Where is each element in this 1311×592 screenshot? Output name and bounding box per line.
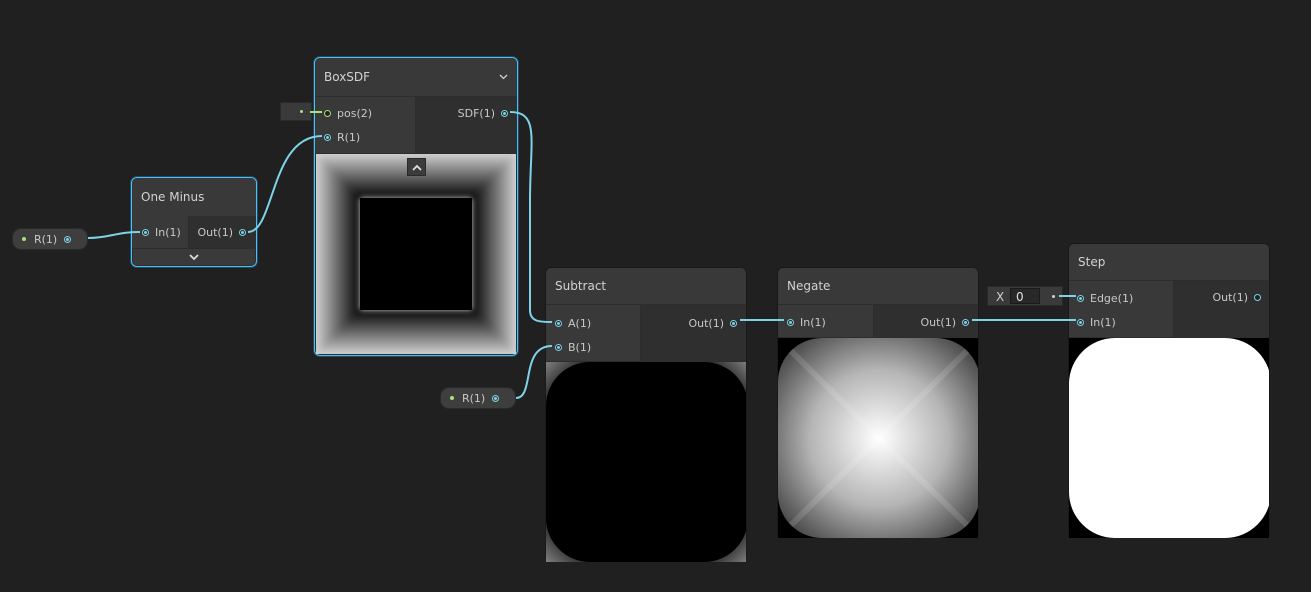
port-b[interactable]: B(1): [555, 339, 591, 355]
port-r-dot[interactable]: [324, 133, 331, 141]
port-r-label: R(1): [337, 130, 361, 144]
node-title: One Minus: [141, 190, 205, 204]
step-edge-input[interactable]: X 0: [987, 286, 1063, 306]
port-in[interactable]: In(1): [1077, 314, 1116, 330]
node-negate[interactable]: Negate In(1) Out(1): [777, 267, 979, 538]
port-pos-dot[interactable]: [324, 109, 331, 117]
input-connector-icon: [1052, 295, 1055, 298]
node-ports: Edge(1) In(1) Out(1): [1069, 281, 1269, 337]
node-step[interactable]: Step Edge(1) In(1) Out(1): [1068, 243, 1270, 538]
port-out-dot[interactable]: [730, 319, 737, 327]
port-a-dot[interactable]: [555, 319, 562, 327]
node-title-bar[interactable]: BoxSDF: [315, 58, 517, 96]
port-in-label: In(1): [800, 315, 826, 329]
port-pos-label: pos(2): [337, 106, 373, 120]
port-b-label: B(1): [568, 340, 592, 354]
property-label: R(1): [462, 392, 486, 405]
step-preview-image: [1069, 338, 1269, 538]
node-title: Subtract: [555, 279, 607, 293]
subtract-preview-image: [546, 362, 746, 562]
port-sdf-label: SDF(1): [457, 106, 495, 120]
port-in[interactable]: In(1): [142, 224, 181, 240]
node-preview: [1069, 338, 1269, 538]
property-label: R(1): [34, 233, 58, 246]
port-out[interactable]: Out(1): [1212, 289, 1261, 305]
node-title-bar[interactable]: Negate: [778, 268, 978, 304]
edge-value-field[interactable]: 0: [1010, 288, 1040, 304]
node-title: BoxSDF: [324, 70, 371, 84]
node-ports: pos(2) R(1) SDF(1): [315, 97, 517, 153]
port-in-label: In(1): [1090, 315, 1116, 329]
node-title-bar[interactable]: Step: [1069, 244, 1269, 280]
port-a-label: A(1): [568, 316, 592, 330]
collapse-preview-button[interactable]: [407, 158, 426, 176]
port-out-label: Out(1): [920, 315, 956, 329]
node-preview: [778, 338, 978, 538]
port-in-dot[interactable]: [142, 228, 149, 236]
port-edge-dot[interactable]: [1077, 294, 1084, 302]
port-in-dot[interactable]: [787, 318, 794, 326]
property-node-r-bottom[interactable]: R(1): [440, 387, 516, 409]
port-sdf-out[interactable]: SDF(1): [458, 105, 508, 121]
port-r[interactable]: R(1): [324, 129, 360, 145]
vec2-indicator-icon: [300, 110, 303, 113]
property-output-port[interactable]: [492, 395, 499, 402]
port-out-dot[interactable]: [962, 318, 969, 326]
node-title: Step: [1078, 255, 1106, 269]
port-out-label: Out(1): [197, 225, 233, 239]
port-in-dot[interactable]: [1077, 318, 1084, 326]
pos-input-field[interactable]: [280, 102, 312, 121]
port-out-label: Out(1): [688, 316, 724, 330]
node-ports: In(1) Out(1): [132, 216, 256, 248]
node-boxsdf[interactable]: BoxSDF pos(2) R(1) SDF(1): [314, 57, 518, 356]
port-edge[interactable]: Edge(1): [1077, 290, 1133, 306]
port-a[interactable]: A(1): [555, 315, 591, 331]
chevron-down-icon: [189, 253, 199, 260]
expand-preview-button[interactable]: [133, 249, 255, 265]
port-sdf-dot[interactable]: [501, 109, 508, 117]
port-edge-label: Edge(1): [1090, 291, 1134, 305]
node-title-bar[interactable]: One Minus: [132, 178, 256, 216]
wire-oneminus-to-boxsdf-r: [247, 135, 323, 233]
port-out-dot[interactable]: [1254, 293, 1261, 301]
port-in-label: In(1): [155, 225, 181, 239]
port-out[interactable]: Out(1): [920, 314, 969, 330]
chevron-down-icon[interactable]: [499, 74, 508, 80]
negate-preview-image: [778, 338, 978, 538]
port-in[interactable]: In(1): [787, 314, 826, 330]
port-pos[interactable]: pos(2): [324, 105, 372, 121]
node-preview: [546, 362, 746, 562]
node-preview: [316, 154, 516, 354]
node-title-bar[interactable]: Subtract: [546, 268, 746, 304]
property-output-port[interactable]: [64, 236, 71, 243]
property-indicator-icon: [22, 237, 26, 241]
property-indicator-icon: [450, 396, 454, 400]
chevron-up-icon: [411, 164, 422, 171]
boxsdf-preview-image: [316, 154, 516, 354]
node-ports: In(1) Out(1): [778, 305, 978, 337]
port-out[interactable]: Out(1): [688, 315, 737, 331]
node-ports: A(1) B(1) Out(1): [546, 305, 746, 361]
port-b-dot[interactable]: [555, 343, 562, 351]
node-subtract[interactable]: Subtract A(1) B(1) Out(1): [545, 267, 747, 562]
axis-label: X: [996, 290, 1005, 304]
node-title: Negate: [787, 279, 831, 293]
port-out[interactable]: Out(1): [197, 224, 246, 240]
port-out-label: Out(1): [1212, 290, 1248, 304]
property-node-r-left[interactable]: R(1): [12, 228, 88, 250]
node-one-minus[interactable]: One Minus In(1) Out(1): [131, 177, 257, 267]
port-out-dot[interactable]: [239, 228, 246, 236]
